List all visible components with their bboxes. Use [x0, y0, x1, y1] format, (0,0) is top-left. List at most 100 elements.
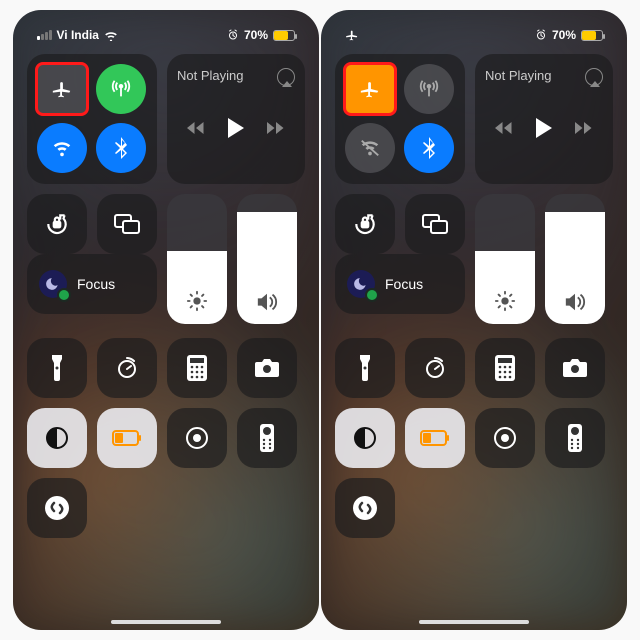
calculator-icon — [495, 355, 515, 381]
flashlight-icon — [358, 355, 372, 381]
apple-tv-remote-button[interactable] — [237, 408, 297, 468]
signal-bars-icon — [37, 30, 52, 40]
calculator-icon — [187, 355, 207, 381]
antenna-icon — [110, 78, 132, 100]
remote-icon — [260, 424, 274, 452]
media-tile[interactable]: Not Playing — [167, 54, 305, 184]
home-indicator[interactable] — [111, 620, 221, 624]
dark-mode-toggle[interactable] — [27, 408, 87, 468]
rotation-lock-toggle[interactable] — [27, 194, 87, 254]
media-title: Not Playing — [177, 68, 243, 86]
airplane-mode-toggle[interactable] — [37, 64, 87, 114]
record-icon — [493, 426, 517, 450]
connectivity-group[interactable] — [27, 54, 157, 184]
camera-button[interactable] — [237, 338, 297, 398]
prev-track-icon[interactable] — [495, 121, 513, 140]
volume-icon — [564, 292, 586, 312]
screen-record-button[interactable] — [167, 408, 227, 468]
bluetooth-toggle[interactable] — [96, 123, 146, 173]
focus-button[interactable]: Focus — [335, 254, 465, 314]
battery-icon — [581, 30, 603, 41]
home-indicator[interactable] — [419, 620, 529, 624]
low-power-mode-toggle[interactable] — [97, 408, 157, 468]
wifi-icon — [104, 30, 118, 41]
status-bar: 70% — [335, 24, 613, 54]
low-power-icon — [420, 430, 450, 446]
timer-button[interactable] — [405, 338, 465, 398]
focus-button[interactable]: Focus — [27, 254, 157, 314]
airplay-icon[interactable] — [277, 68, 295, 86]
media-tile[interactable]: Not Playing — [475, 54, 613, 184]
rotation-lock-icon — [44, 211, 70, 237]
next-track-icon[interactable] — [267, 121, 285, 140]
bluetooth-icon — [114, 137, 128, 159]
airplane-icon — [359, 78, 381, 100]
flashlight-button[interactable] — [27, 338, 87, 398]
wifi-toggle[interactable] — [345, 123, 395, 173]
dark-mode-toggle[interactable] — [335, 408, 395, 468]
cellular-data-toggle[interactable] — [96, 64, 146, 114]
media-title: Not Playing — [485, 68, 551, 86]
play-icon[interactable] — [535, 118, 553, 143]
airplane-icon — [51, 78, 73, 100]
volume-slider[interactable] — [545, 194, 605, 324]
flashlight-icon — [50, 355, 64, 381]
prev-track-icon[interactable] — [187, 121, 205, 140]
antenna-icon — [418, 78, 440, 100]
shazam-button[interactable] — [335, 478, 395, 538]
airplane-status-icon — [345, 28, 359, 42]
dark-mode-icon — [45, 426, 69, 450]
focus-label: Focus — [385, 276, 423, 292]
alarm-icon — [535, 29, 547, 41]
airplay-icon[interactable] — [585, 68, 603, 86]
remote-icon — [568, 424, 582, 452]
timer-button[interactable] — [97, 338, 157, 398]
screen-record-button[interactable] — [475, 408, 535, 468]
camera-icon — [562, 358, 588, 378]
airplane-mode-toggle[interactable] — [345, 64, 395, 114]
control-center-screenshot-before: Vi India 70% Not Playing — [13, 10, 319, 630]
wifi-icon — [51, 139, 73, 157]
camera-icon — [254, 358, 280, 378]
record-icon — [185, 426, 209, 450]
battery-pct: 70% — [244, 28, 268, 42]
rotation-lock-icon — [352, 211, 378, 237]
brightness-slider[interactable] — [167, 194, 227, 324]
screen-mirroring-button[interactable] — [97, 194, 157, 254]
flashlight-button[interactable] — [335, 338, 395, 398]
shazam-button[interactable] — [27, 478, 87, 538]
brightness-slider[interactable] — [475, 194, 535, 324]
battery-icon — [273, 30, 295, 41]
bluetooth-toggle[interactable] — [404, 123, 454, 173]
low-power-icon — [112, 430, 142, 446]
cellular-data-toggle[interactable] — [404, 64, 454, 114]
brightness-icon — [494, 290, 516, 312]
low-power-mode-toggle[interactable] — [405, 408, 465, 468]
control-center-screenshot-after: 70% Not Playing — [321, 10, 627, 630]
shazam-icon — [352, 495, 378, 521]
moon-icon — [347, 270, 375, 298]
battery-pct: 70% — [552, 28, 576, 42]
calculator-button[interactable] — [475, 338, 535, 398]
calculator-button[interactable] — [167, 338, 227, 398]
camera-button[interactable] — [545, 338, 605, 398]
apple-tv-remote-button[interactable] — [545, 408, 605, 468]
timer-icon — [115, 356, 139, 380]
carrier-label: Vi India — [57, 28, 99, 42]
volume-icon — [256, 292, 278, 312]
alarm-icon — [227, 29, 239, 41]
focus-label: Focus — [77, 276, 115, 292]
play-icon[interactable] — [227, 118, 245, 143]
wifi-toggle[interactable] — [37, 123, 87, 173]
volume-slider[interactable] — [237, 194, 297, 324]
screen-mirroring-icon — [114, 214, 140, 234]
connectivity-group[interactable] — [335, 54, 465, 184]
screen-mirroring-icon — [422, 214, 448, 234]
next-track-icon[interactable] — [575, 121, 593, 140]
timer-icon — [423, 356, 447, 380]
screen-mirroring-button[interactable] — [405, 194, 465, 254]
wifi-off-icon — [359, 138, 381, 158]
shazam-icon — [44, 495, 70, 521]
rotation-lock-toggle[interactable] — [335, 194, 395, 254]
bluetooth-icon — [422, 137, 436, 159]
